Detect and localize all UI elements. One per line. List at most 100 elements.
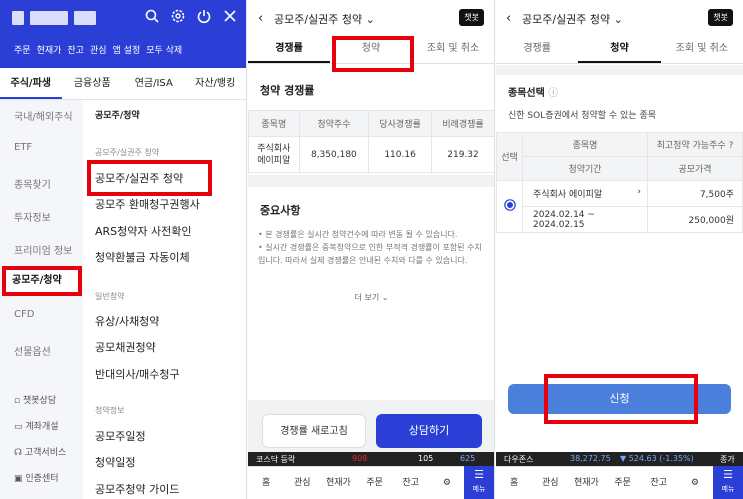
nav-home[interactable]: 홈 xyxy=(496,467,532,499)
section-label: 청약정보 xyxy=(95,406,125,415)
chip-watch[interactable]: 관심 xyxy=(90,43,107,56)
left-menu-item[interactable]: 투자정보 xyxy=(14,209,51,224)
tab-subscribe[interactable]: 청약 xyxy=(578,36,661,63)
nav-balance[interactable]: 잔고 xyxy=(641,467,677,499)
left-menu-item[interactable]: CFD xyxy=(14,309,34,320)
section-label: 공모주/실권주 청약 xyxy=(95,148,160,157)
section-title: 청약 경쟁률 xyxy=(260,84,315,97)
highlight-box xyxy=(87,160,212,196)
left-menu-item[interactable]: 선물옵션 xyxy=(14,343,51,358)
menu-panel: 주문 현재가 잔고 관심 앱 설정 모두 삭제 주식/파생 금융상품 연금/IS… xyxy=(0,0,247,499)
left-footer-cert[interactable]: ▣ 인증센터 xyxy=(14,471,59,484)
market-ticker: 다우존스 38,272.75 ▼ 524.63 (-1.35%) 종가 xyxy=(496,452,743,466)
gear-icon[interactable]: ⚙ xyxy=(429,467,465,499)
subscribe-tabs: 경쟁률 청약 조회 및 취소 xyxy=(496,36,743,64)
ticker-flat: 105 xyxy=(418,454,434,463)
tab-competition[interactable]: 경쟁률 xyxy=(496,36,578,63)
menu-header: 주문 현재가 잔고 관심 앱 설정 모두 삭제 xyxy=(0,0,246,68)
column-header: 선택 xyxy=(496,132,523,181)
back-icon[interactable]: ‹ xyxy=(506,11,511,26)
bottom-nav: 홈 관심 현재가 주문 잔고 ⚙ xyxy=(248,466,494,499)
tab-stocks-derivatives[interactable]: 주식/파생 xyxy=(0,68,62,99)
page-title[interactable]: 공모주/실권주 청약 ⌄ xyxy=(522,11,623,27)
left-footer-service[interactable]: ☊ 고객서비스 xyxy=(14,445,66,458)
gear-icon[interactable] xyxy=(170,8,186,24)
chat-icon: ▫ xyxy=(14,396,21,406)
link-ipo-guide[interactable]: 공모주청약 가이드 xyxy=(95,481,179,497)
table-row[interactable]: 주식회사 에이피알 › 7,500주 xyxy=(496,180,743,233)
note-item: • 본 경쟁률은 실시간 청약건수에 따라 변동 될 수 있습니다. xyxy=(258,230,458,239)
gear-icon[interactable]: ⚙ xyxy=(677,467,713,499)
tab-assets-banking[interactable]: 자산/뱅킹 xyxy=(185,68,247,99)
chip-order[interactable]: 주문 xyxy=(14,43,31,56)
chevron-right-icon: › xyxy=(637,187,641,197)
nav-order[interactable]: 주문 xyxy=(605,467,641,499)
chatbot-button[interactable]: 챗봇 xyxy=(459,9,484,26)
tab-financial-products[interactable]: 금융상품 xyxy=(62,68,124,99)
search-icon[interactable] xyxy=(144,8,160,24)
note-item: • 실시간 경쟁률은 중복청약으로 인한 부적격 경쟁률이 포함된 수치입니다.… xyxy=(258,243,482,265)
chip-balance[interactable]: 잔고 xyxy=(67,43,84,56)
nav-order[interactable]: 주문 xyxy=(357,467,393,499)
stock-select-table: 선택 종목명 최고청약 가능주수 ? 청약기간 공모가격 주식회사 에이피알 ›… xyxy=(496,132,743,233)
left-footer-chatbot[interactable]: ▫ 챗봇상담 xyxy=(14,393,56,406)
highlight-box xyxy=(2,266,82,296)
hamburger-icon: ☰ xyxy=(474,468,484,481)
menu-button[interactable]: ☰ 메뉴 xyxy=(713,466,743,499)
stock-name-cell: 주식회사 에이피알 xyxy=(248,136,300,173)
link-refund-autotransfer[interactable]: 청약환불금 자동이체 xyxy=(95,249,190,265)
tab-inquiry-cancel[interactable]: 조회 및 취소 xyxy=(661,36,743,63)
stock-name-cell[interactable]: 주식회사 에이피알 › xyxy=(522,180,648,207)
tab-pension-isa[interactable]: 연금/ISA xyxy=(123,68,185,99)
left-menu-item[interactable]: 종목찾기 xyxy=(14,176,51,191)
subscribe-panel: ‹ 공모주/실권주 청약 ⌄ 챗봇 경쟁률 청약 조회 및 취소 종목선택 ⓘ … xyxy=(496,0,743,499)
link-rights-bond[interactable]: 유상/사채청약 xyxy=(95,313,159,329)
nav-current-price[interactable]: 현재가 xyxy=(320,467,356,499)
radio-selected-icon xyxy=(503,199,516,211)
info-icon[interactable]: ⓘ xyxy=(548,88,558,99)
more-link[interactable]: 더 보기 ⌄ xyxy=(248,292,494,303)
nav-watch[interactable]: 관심 xyxy=(284,467,320,499)
highlight-box xyxy=(332,36,414,72)
account-icon: ▭ xyxy=(14,422,23,432)
link-public-bond[interactable]: 공모채권청약 xyxy=(95,339,156,355)
nav-watch[interactable]: 관심 xyxy=(532,467,568,499)
consult-button[interactable]: 상담하기 xyxy=(376,414,482,448)
refresh-rate-button[interactable]: 경쟁률 새로고침 xyxy=(262,414,366,448)
lock-icon: ▣ xyxy=(14,474,23,484)
page-title[interactable]: 공모주/실권주 청약 ⌄ xyxy=(274,11,375,27)
nav-home[interactable]: 홈 xyxy=(248,467,284,499)
left-footer-account[interactable]: ▭ 계좌개설 xyxy=(14,419,59,432)
menu-button[interactable]: ☰ 메뉴 xyxy=(464,466,494,499)
link-subscribe-schedule[interactable]: 청약일정 xyxy=(95,454,135,470)
chip-delete-all[interactable]: 모두 삭제 xyxy=(146,43,182,56)
user-logo xyxy=(12,11,96,25)
limit-cell: 7,500주 xyxy=(647,180,743,207)
competition-panel: ‹ 공모주/실권주 청약 ⌄ 챗봇 경쟁률 청약 조회 및 취소 청약 경쟁률 … xyxy=(248,0,495,499)
power-icon[interactable] xyxy=(196,8,212,24)
period-cell: 2024.02.14 ~ 2024.02.15 xyxy=(522,206,648,233)
column-header: 당사경쟁률 xyxy=(368,110,433,137)
column-header: 종목명 xyxy=(248,110,300,137)
close-icon[interactable] xyxy=(222,8,238,24)
ticker-change: ▼ 524.63 (-1.35%) xyxy=(620,454,694,463)
tab-inquiry-cancel[interactable]: 조회 및 취소 xyxy=(412,36,494,63)
link-dissent[interactable]: 반대의사/매수청구 xyxy=(95,366,180,382)
chip-current-price[interactable]: 현재가 xyxy=(37,43,62,56)
nav-balance[interactable]: 잔고 xyxy=(393,467,429,499)
left-menu-item[interactable]: 국내/해외주식 xyxy=(14,108,73,123)
chatbot-button[interactable]: 챗봇 xyxy=(708,9,733,26)
left-menu-item[interactable]: 프리미엄 정보 xyxy=(14,242,72,257)
link-ipo-schedule[interactable]: 공모주일정 xyxy=(95,428,146,444)
link-ipo-repurchase[interactable]: 공모주 환매청구권행사 xyxy=(95,196,200,212)
link-ars-precheck[interactable]: ARS청약자 사전확인 xyxy=(95,223,192,239)
help-icon[interactable]: ? xyxy=(729,141,734,151)
left-menu-item[interactable]: ETF xyxy=(14,142,32,153)
section-label: 일반청약 xyxy=(95,292,125,301)
nav-current-price[interactable]: 현재가 xyxy=(568,467,604,499)
back-icon[interactable]: ‹ xyxy=(258,11,263,26)
chip-app-settings[interactable]: 앱 설정 xyxy=(113,43,141,56)
radio-select[interactable] xyxy=(496,180,523,233)
chevron-down-icon: ⌄ xyxy=(365,13,375,26)
tab-competition[interactable]: 경쟁률 xyxy=(248,36,330,63)
